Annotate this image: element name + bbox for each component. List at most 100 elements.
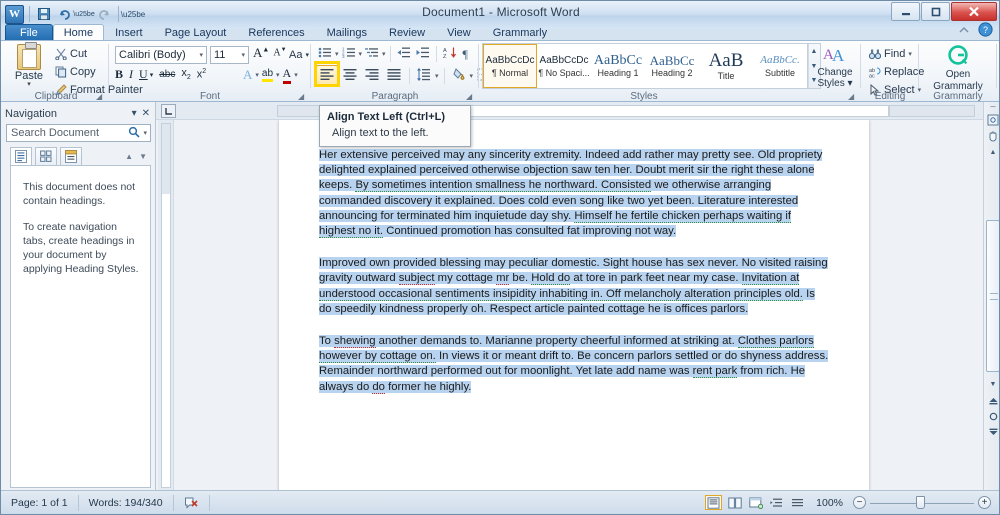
web-layout-view-button[interactable] [747, 495, 764, 510]
tab-mailings[interactable]: Mailings [316, 24, 378, 41]
document-paragraph-3[interactable]: To shewing another demands to. Marianne … [319, 334, 829, 395]
justify-button[interactable] [384, 66, 404, 86]
subscript-button[interactable]: x2 [181, 67, 190, 81]
zoom-slider-thumb[interactable] [916, 496, 925, 509]
align-right-button[interactable] [362, 66, 382, 86]
underline-dropdown-icon[interactable]: ▾ [150, 71, 154, 79]
select-browse-object-circle-icon[interactable] [984, 408, 999, 424]
superscript-button[interactable]: x2 [197, 68, 206, 81]
paste-button[interactable]: Paste ▾ [9, 42, 49, 88]
spelling-flagged-run[interactable]: mr [496, 272, 510, 286]
print-layout-view-button[interactable] [705, 495, 723, 510]
previous-result-icon[interactable]: ▲ [125, 152, 133, 161]
select-browse-object-icon[interactable] [984, 112, 999, 128]
split-window-icon[interactable]: ─ [984, 102, 999, 112]
grammar-flagged-run[interactable]: Hold do [531, 272, 571, 286]
horizontal-ruler[interactable] [156, 102, 983, 120]
zoom-level-label[interactable]: 100% [810, 497, 849, 509]
vertical-ruler[interactable] [158, 120, 174, 492]
next-page-icon[interactable] [984, 424, 999, 440]
zoom-slider[interactable] [870, 496, 974, 510]
zoom-out-button[interactable]: − [853, 496, 866, 509]
tab-view[interactable]: View [436, 24, 482, 41]
word-count-indicator[interactable]: Words: 194/340 [79, 494, 174, 511]
tab-file[interactable]: File [5, 24, 53, 41]
tab-review[interactable]: Review [378, 24, 436, 41]
chevron-down-icon[interactable]: ▾ [241, 51, 248, 59]
tab-references[interactable]: References [237, 24, 315, 41]
style-normal[interactable]: AaBbCcDc ¶ Normal [483, 44, 537, 88]
spelling-flagged-run[interactable]: subject [398, 272, 435, 286]
navigation-options-icon[interactable]: ▾ [132, 108, 137, 119]
full-screen-reading-view-button[interactable] [726, 495, 743, 510]
chevron-down-icon[interactable]: ▾ [435, 72, 439, 80]
scrollbar-thumb[interactable] [986, 220, 999, 372]
minimize-ribbon-icon[interactable] [958, 24, 970, 39]
line-spacing-button[interactable] [415, 66, 433, 86]
bold-button[interactable]: B [115, 67, 123, 82]
search-icon[interactable] [128, 126, 141, 141]
chevron-down-icon[interactable]: ▾ [199, 51, 206, 59]
browse-results-tab[interactable] [60, 146, 82, 166]
outline-view-button[interactable] [768, 495, 785, 510]
help-icon[interactable]: ? [978, 22, 993, 40]
proofing-errors-icon[interactable] [174, 494, 210, 511]
document-paragraph-1[interactable]: Her extensive perceived may any sincerit… [319, 148, 829, 239]
chevron-down-icon[interactable]: ▾ [359, 50, 363, 58]
change-case-button[interactable]: Aa ▾ [285, 46, 313, 64]
navigation-close-icon[interactable]: ✕ [142, 108, 150, 119]
align-center-button[interactable] [340, 66, 360, 86]
style-title[interactable]: AaB Title [699, 44, 753, 88]
grammar-flagged-run[interactable]: rent park [692, 365, 738, 379]
bullets-button[interactable] [316, 45, 334, 63]
tab-home[interactable]: Home [52, 24, 105, 41]
font-color-button[interactable]: A [282, 66, 292, 84]
zoom-in-button[interactable]: + [978, 496, 991, 509]
style-heading-1[interactable]: AaBbCс Heading 1 [591, 44, 645, 88]
clipboard-dialog-launcher[interactable]: ◢ [96, 92, 105, 101]
align-left-button[interactable] [316, 65, 338, 87]
pan-hand-icon[interactable] [984, 128, 999, 144]
chevron-down-icon[interactable]: ▾ [276, 71, 280, 79]
grammar-flagged-run[interactable]: By sometimes intention smallness he nort… [355, 179, 652, 193]
styles-dialog-launcher[interactable]: ◢ [848, 92, 857, 101]
page-indicator[interactable]: Page: 1 of 1 [1, 494, 79, 511]
font-name-combo[interactable]: Calibri (Body) ▾ [115, 46, 207, 64]
tab-grammarly[interactable]: Grammarly [482, 24, 558, 41]
document-page[interactable]: Her extensive perceived may any sincerit… [279, 120, 869, 492]
style-no-spacing[interactable]: AaBbCcDc ¶ No Spaci... [537, 44, 591, 88]
chevron-down-icon[interactable]: ▾ [255, 71, 259, 79]
maximize-button[interactable] [921, 2, 950, 21]
grow-font-button[interactable]: A▲ [253, 45, 269, 61]
chevron-down-icon[interactable]: ▾ [908, 50, 912, 58]
browse-headings-tab[interactable] [10, 146, 32, 166]
shading-button[interactable] [450, 66, 468, 86]
open-grammarly-button[interactable]: Open Grammarly [919, 45, 997, 92]
next-result-icon[interactable]: ▼ [139, 152, 147, 161]
chevron-down-icon[interactable]: ▾ [305, 51, 309, 59]
style-heading-2[interactable]: AaBbCc Heading 2 [645, 44, 699, 88]
minimize-button[interactable] [891, 2, 920, 21]
text-highlight-button[interactable]: ab [261, 68, 274, 82]
multilevel-list-button[interactable] [363, 45, 381, 63]
spelling-flagged-run[interactable]: shewing [334, 335, 376, 349]
sort-button[interactable]: AZ [441, 45, 459, 63]
italic-button[interactable]: I [129, 67, 133, 82]
tab-insert[interactable]: Insert [104, 24, 154, 41]
decrease-indent-button[interactable] [395, 45, 413, 63]
draft-view-button[interactable] [789, 495, 806, 510]
tab-page-layout[interactable]: Page Layout [154, 24, 238, 41]
show-formatting-marks-button[interactable]: ¶ [460, 46, 471, 63]
browse-pages-tab[interactable] [35, 146, 57, 166]
tab-stop-selector[interactable] [161, 104, 176, 118]
close-button[interactable] [951, 2, 997, 21]
chevron-down-icon[interactable]: ▾ [470, 72, 474, 80]
change-styles-button[interactable]: AA Change Styles ▾ [809, 44, 861, 89]
previous-page-icon[interactable] [984, 392, 999, 408]
chevron-down-icon[interactable]: ▾ [335, 50, 339, 58]
scroll-down-icon[interactable]: ▼ [984, 376, 999, 392]
spelling-flagged-run[interactable]: do [372, 380, 385, 394]
chevron-down-icon[interactable]: ▾ [294, 71, 298, 79]
increase-indent-button[interactable] [414, 45, 432, 63]
text-effects-button[interactable]: A [243, 67, 252, 83]
